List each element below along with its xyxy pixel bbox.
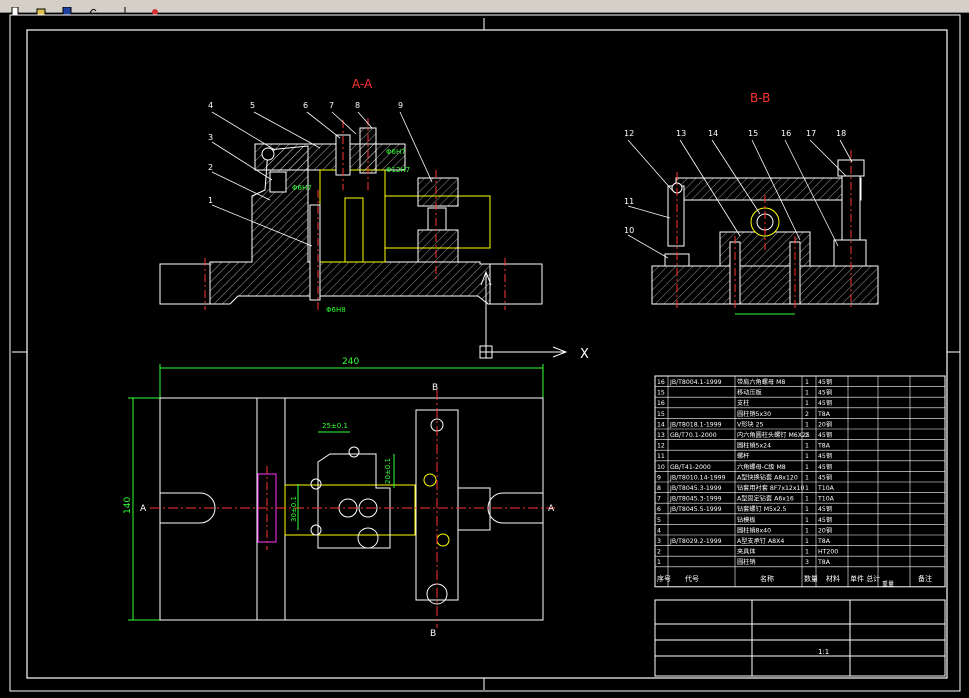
callout-2: 2: [208, 163, 213, 172]
bom-row: [655, 493, 945, 504]
dim-25: 25±0.1: [322, 422, 348, 430]
dim-20: 20±0.1: [384, 458, 392, 484]
bom-row: [655, 408, 945, 419]
callout-10: 10: [624, 226, 634, 235]
section-marker-a-right: A: [548, 504, 555, 514]
bom-row: [655, 482, 945, 493]
bom-row: [655, 387, 945, 398]
callout-13: 13: [676, 129, 686, 138]
bom-header-weight: 重量: [882, 580, 894, 588]
bom-header-no: 序号: [657, 574, 671, 583]
callout-11: 11: [624, 197, 634, 206]
callout-1: 1: [208, 196, 213, 205]
fit-label-6h8: Φ6H8: [326, 306, 346, 314]
section-marker-b-bottom: B: [430, 629, 436, 639]
bom-row: [655, 418, 945, 429]
bom-header-unit: 单件 总计: [850, 574, 880, 583]
bom-row: [655, 461, 945, 472]
bom-row: [655, 376, 945, 387]
bom-row: [655, 503, 945, 514]
cad-canvas[interactable]: A-A Φ6H7 Φ6H7 Φ12H7 Φ6H8 4 5 6 7 8 9 3 2…: [0, 12, 969, 694]
callout-14: 14: [708, 129, 718, 138]
dim-30: 30±0.1: [290, 496, 298, 522]
fit-label-6h7-b: Φ6H7: [386, 148, 406, 156]
fit-label-12h7: Φ12H7: [386, 166, 410, 174]
section-marker-b-top: B: [432, 383, 438, 393]
bom-row: [655, 429, 945, 440]
open-file-icon[interactable]: [36, 1, 46, 16]
callout-16: 16: [781, 129, 791, 138]
save-icon[interactable]: [62, 1, 72, 16]
outer-frame: [9, 14, 961, 692]
bom-header-code: 代号: [685, 574, 699, 583]
section-bb-view: B-B 12 13 14 15 16 17 18 11 10: [624, 91, 879, 315]
bom-row: [655, 450, 945, 461]
bom-row: [655, 546, 945, 557]
section-aa-label: A-A: [352, 77, 373, 91]
new-file-icon[interactable]: [10, 1, 20, 16]
bom-row: [655, 471, 945, 482]
callout-18: 18: [836, 129, 846, 138]
dim-140: 140: [123, 497, 133, 514]
axis-x-label: X: [580, 347, 589, 362]
bom-row: [655, 556, 945, 567]
drawing-sheet[interactable]: A-A Φ6H7 Φ6H7 Φ12H7 Φ6H8 4 5 6 7 8 9 3 2…: [0, 12, 969, 694]
callout-17: 17: [806, 129, 816, 138]
bom-row: [655, 514, 945, 525]
callout-8: 8: [355, 101, 360, 110]
bom-header-mat: 材料: [826, 574, 840, 583]
bom-row: [655, 397, 945, 408]
callout-9: 9: [398, 101, 403, 110]
title-scale: 1:1: [818, 648, 829, 656]
bom-header-qty: 数量: [804, 574, 818, 583]
bom-header-name: 名称: [760, 574, 774, 583]
bom-header-note: 备注: [918, 574, 932, 583]
bom-row: [655, 524, 945, 535]
fit-label-6h7: Φ6H7: [292, 184, 312, 192]
title-block: 1:1: [654, 599, 946, 677]
callout-6: 6: [303, 101, 308, 110]
paint-icon[interactable]: [150, 1, 160, 15]
section-aa-view: A-A Φ6H7 Φ6H7 Φ12H7 Φ6H8 4 5 6 7 8 9 3 2…: [159, 77, 543, 314]
section-marker-a-left: A: [140, 504, 147, 514]
bom-row: [655, 440, 945, 451]
callout-7: 7: [329, 101, 334, 110]
section-bb-label: B-B: [750, 91, 770, 105]
callout-12: 12: [624, 129, 634, 138]
cut-icon[interactable]: [120, 1, 130, 15]
callout-15: 15: [748, 129, 758, 138]
bom-table: 16JB/T8004.1-1999带肩六角螺母 M8145钢15移动压板145钢…: [654, 375, 946, 588]
dim-240: 240: [342, 357, 359, 367]
callout-3: 3: [208, 133, 213, 142]
callout-5: 5: [250, 101, 255, 110]
callout-4: 4: [208, 101, 213, 110]
undo-icon[interactable]: [88, 1, 98, 14]
bom-row: [655, 535, 945, 546]
plan-view: 240 140 25±0.1 20±0.1 30±0.1 A A B B: [123, 357, 555, 639]
